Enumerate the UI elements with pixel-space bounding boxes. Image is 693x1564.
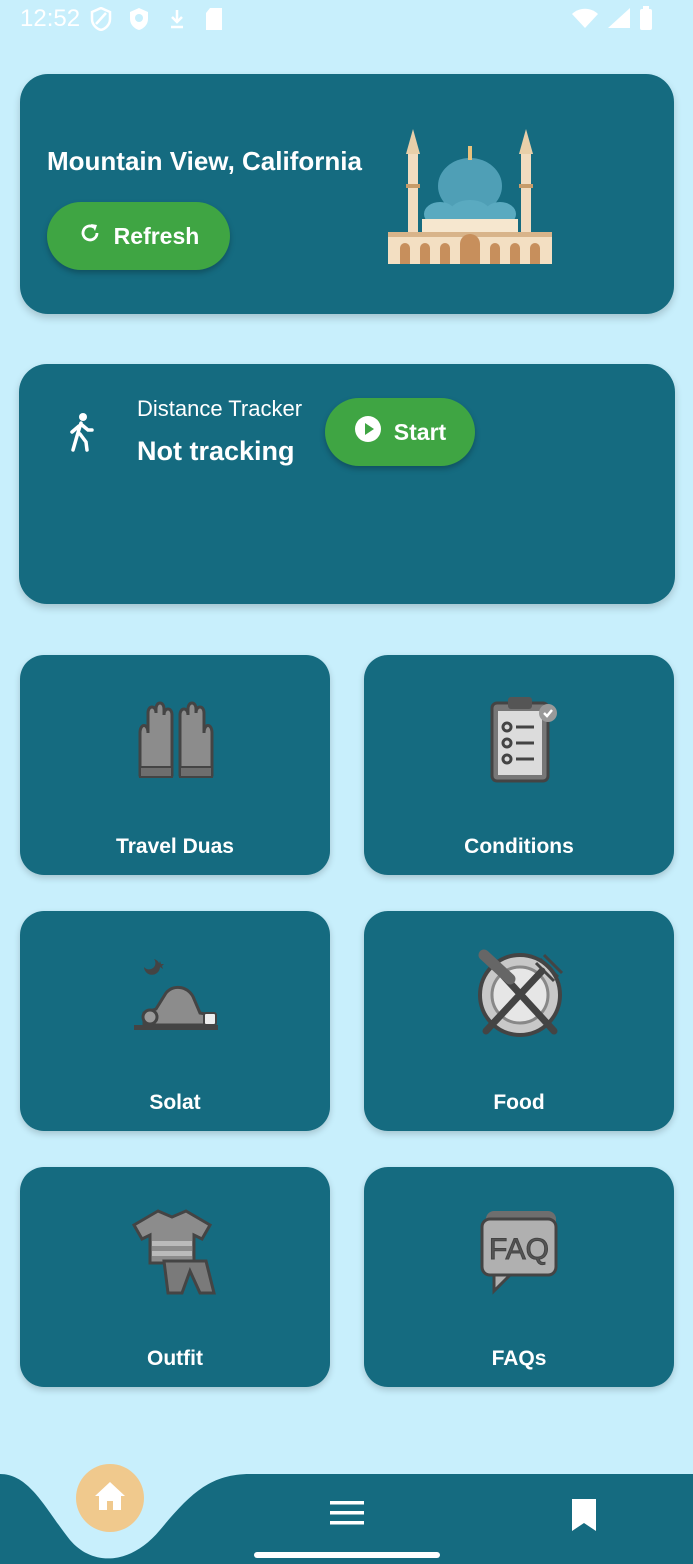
tile-label: Travel Duas — [116, 835, 234, 858]
signal-icon — [607, 7, 631, 34]
clothing-icon — [130, 1205, 222, 1297]
clipboard-checklist-icon — [474, 693, 566, 785]
start-label: Start — [393, 418, 447, 445]
refresh-button[interactable]: Refresh — [47, 202, 230, 270]
tile-faqs[interactable]: FAQ FAQs — [364, 1167, 674, 1387]
tile-label: Conditions — [464, 835, 574, 858]
home-nav-button[interactable] — [76, 1464, 144, 1532]
battery-icon — [639, 6, 653, 35]
tile-label: Solat — [149, 1091, 201, 1114]
svg-text:FAQ: FAQ — [489, 1233, 549, 1266]
wifi-icon — [571, 7, 599, 34]
status-right-icons — [571, 6, 653, 35]
tracker-status: Not tracking — [137, 436, 295, 466]
tracker-label: Distance Tracker — [137, 396, 303, 421]
status-time: 12:52 — [20, 5, 81, 32]
faq-speech-bubble-icon: FAQ — [474, 1205, 566, 1297]
menu-icon[interactable] — [330, 1500, 364, 1531]
shield-icon — [90, 6, 112, 36]
start-tracking-button[interactable]: Start — [325, 398, 475, 466]
location-title: Mountain View, California — [47, 146, 362, 176]
mosque-illustration — [380, 124, 560, 269]
praying-hands-icon — [130, 693, 222, 785]
tile-outfit[interactable]: Outfit — [20, 1167, 330, 1387]
bookmark-icon[interactable] — [571, 1498, 597, 1537]
sd-card-icon — [204, 7, 224, 36]
refresh-label: Refresh — [113, 222, 200, 249]
tile-solat[interactable]: Solat — [20, 911, 330, 1131]
tile-conditions[interactable]: Conditions — [364, 655, 674, 875]
play-circle-icon — [354, 415, 382, 449]
status-bar: 12:52 — [0, 0, 693, 40]
prostrating-person-icon — [130, 949, 222, 1041]
tile-label: Outfit — [147, 1347, 203, 1370]
walking-person-icon — [67, 412, 95, 457]
plate-fork-knife-icon — [474, 949, 566, 1041]
download-icon — [168, 7, 186, 36]
tile-label: FAQs — [491, 1347, 547, 1370]
tile-food[interactable]: Food — [364, 911, 674, 1131]
home-icon — [93, 1480, 127, 1517]
tile-label: Food — [493, 1091, 545, 1114]
gesture-navigation-bar[interactable] — [254, 1552, 440, 1558]
tile-travel-duas[interactable]: Travel Duas — [20, 655, 330, 875]
refresh-icon — [78, 221, 102, 251]
location-card: Mountain View, California Refresh — [20, 74, 674, 314]
shield-badge-icon — [128, 7, 150, 36]
distance-tracker-card: Distance Tracker Not tracking Start — [19, 364, 675, 604]
app-screen: 12:52 Mountain View, California Refresh … — [0, 0, 693, 1564]
